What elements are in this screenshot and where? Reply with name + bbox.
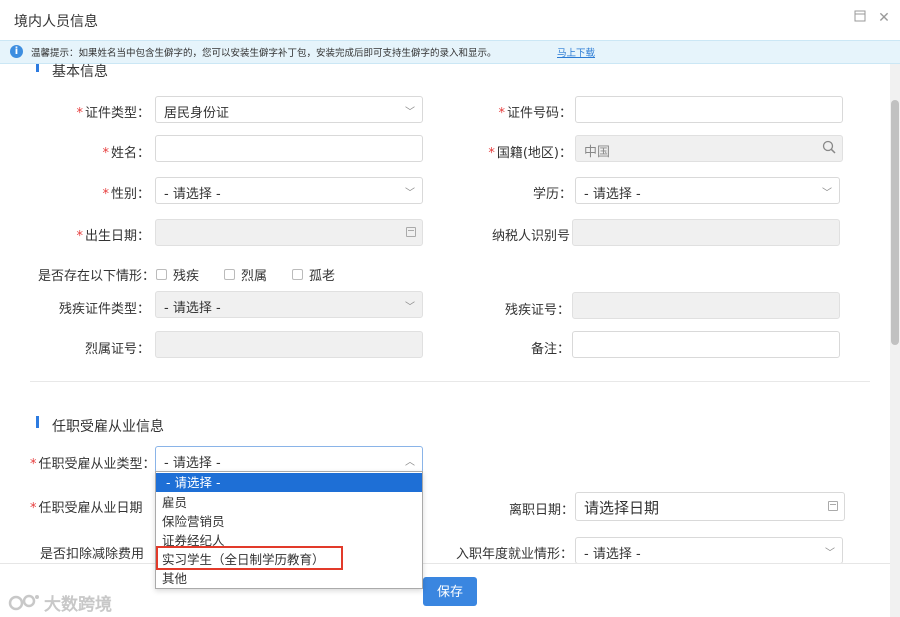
entry-year-label: 入职年度就业情形： (455, 547, 573, 562)
chevron-down-icon: ﹀ (822, 188, 832, 199)
disability-cert-type-label: 残疾证件类型： (58, 302, 150, 317)
education-select[interactable]: - 请选择 - ﹀ (575, 177, 840, 204)
close-icon[interactable]: ✕ (876, 10, 892, 26)
disability-cert-no-input[interactable] (572, 292, 840, 319)
maximize-icon[interactable] (852, 10, 868, 26)
checkbox-label: 残疾 (173, 269, 200, 284)
save-button[interactable]: 保存 (423, 577, 477, 606)
section-title-basic: 基本信息 (52, 64, 108, 80)
gender-select[interactable]: - 请选择 - ﹀ (155, 177, 423, 204)
download-link[interactable]: 马上下载 (557, 45, 595, 59)
disabled-checkbox[interactable]: 残疾 (156, 265, 199, 284)
chevron-down-icon: ﹀ (405, 107, 415, 118)
employment-date-label: * 任职受雇从业日期 (30, 501, 143, 516)
id-type-select[interactable]: 居民身份证 ﹀ (155, 96, 423, 123)
employment-type-select[interactable]: - 请选择 - ︿ (155, 446, 423, 473)
calendar-icon (406, 227, 416, 237)
leave-date-placeholder: 请选择日期 (584, 499, 660, 517)
section-divider (30, 381, 870, 382)
checkbox-label: 孤老 (309, 269, 336, 284)
situations-label: 是否存在以下情形： (38, 269, 156, 284)
name-label: * 姓名： (102, 146, 150, 161)
education-label: 学历： (532, 187, 572, 202)
section-title-employment: 任职受雇从业信息 (52, 419, 164, 435)
disability-cert-type-select[interactable]: - 请选择 - ﹀ (155, 291, 423, 318)
dropdown-option[interactable]: 雇员 (156, 493, 422, 512)
employment-type-label: * 任职受雇从业类型： (30, 457, 156, 472)
leave-date-input[interactable]: 请选择日期 (575, 492, 845, 521)
notice-message: 温馨提示：如果姓名当中包含生僻字的，您可以安装生僻字补丁包，安装完成后即可支持生… (31, 48, 497, 59)
watermark-logo-icon (8, 594, 39, 610)
chevron-down-icon: ﹀ (405, 302, 415, 313)
id-type-label: * 证件类型： (76, 106, 150, 121)
dialog-titlebar: 境内人员信息 ✕ (0, 0, 900, 40)
scrollbar-thumb[interactable] (891, 100, 899, 345)
gender-label: * 性别： (102, 187, 150, 202)
search-icon[interactable] (822, 140, 836, 154)
id-number-input[interactable] (575, 96, 843, 123)
taxpayer-id-input[interactable] (572, 219, 840, 246)
leave-date-label: 离职日期： (508, 503, 574, 518)
nationality-input[interactable]: 中国 (575, 135, 843, 162)
notice-banner: i 温馨提示：如果姓名当中包含生僻字的，您可以安装生僻字补丁包，安装完成后即可支… (0, 40, 900, 64)
gender-value: - 请选择 - (164, 187, 221, 202)
entry-year-select[interactable]: - 请选择 - ﹀ (575, 537, 843, 564)
name-input[interactable] (155, 135, 423, 162)
watermark: 大数跨境 (8, 590, 112, 615)
dropdown-option[interactable]: 其他 (156, 569, 422, 588)
id-number-label: * 证件号码： (498, 106, 572, 121)
dropdown-option-intern[interactable]: 实习学生（全日制学历教育） (156, 550, 422, 569)
dropdown-option[interactable]: 证券经纪人 (156, 531, 422, 550)
dropdown-option[interactable]: - 请选择 - (156, 473, 422, 492)
remark-input[interactable] (572, 331, 840, 358)
entry-year-value: - 请选择 - (584, 547, 641, 562)
info-icon: i (10, 45, 23, 58)
birth-date-label: * 出生日期： (76, 229, 150, 244)
martyr-cert-no-input[interactable] (155, 331, 423, 358)
checkbox-box[interactable] (292, 269, 303, 280)
section-marker (36, 416, 39, 428)
checkbox-box[interactable] (156, 269, 167, 280)
watermark-text: 大数跨境 (44, 595, 112, 615)
disability-cert-type-value: - 请选择 - (164, 301, 221, 316)
section-marker (36, 64, 39, 72)
nationality-label: * 国籍(地区)： (488, 146, 572, 161)
chevron-down-icon: ﹀ (825, 548, 835, 559)
employment-type-dropdown[interactable]: - 请选择 - 雇员 保险营销员 证券经纪人 实习学生（全日制学历教育） 其他 (155, 471, 423, 589)
education-value: - 请选择 - (584, 187, 641, 202)
nationality-value: 中国 (584, 145, 611, 160)
taxpayer-id-label: 纳税人识别号 (491, 229, 570, 244)
chevron-down-icon: ﹀ (405, 188, 415, 199)
chevron-up-icon: ︿ (405, 457, 415, 468)
footer-divider (0, 563, 890, 564)
employment-type-value: - 请选择 - (164, 456, 221, 471)
dialog-title: 境内人员信息 (14, 14, 98, 30)
dropdown-option[interactable]: 保险营销员 (156, 512, 422, 531)
remark-label: 备注： (530, 342, 570, 357)
checkbox-box[interactable] (224, 269, 235, 280)
calendar-icon (828, 501, 838, 511)
birth-date-input[interactable] (155, 219, 423, 246)
martyr-checkbox[interactable]: 烈属 (224, 265, 267, 284)
elderly-checkbox[interactable]: 孤老 (292, 265, 335, 284)
disability-cert-no-label: 残疾证号： (504, 303, 570, 318)
checkbox-label: 烈属 (241, 269, 268, 284)
deduct-label: 是否扣除减除费用 (40, 547, 145, 562)
martyr-cert-no-label: 烈属证号： (84, 342, 150, 357)
id-type-value: 居民身份证 (164, 106, 230, 121)
